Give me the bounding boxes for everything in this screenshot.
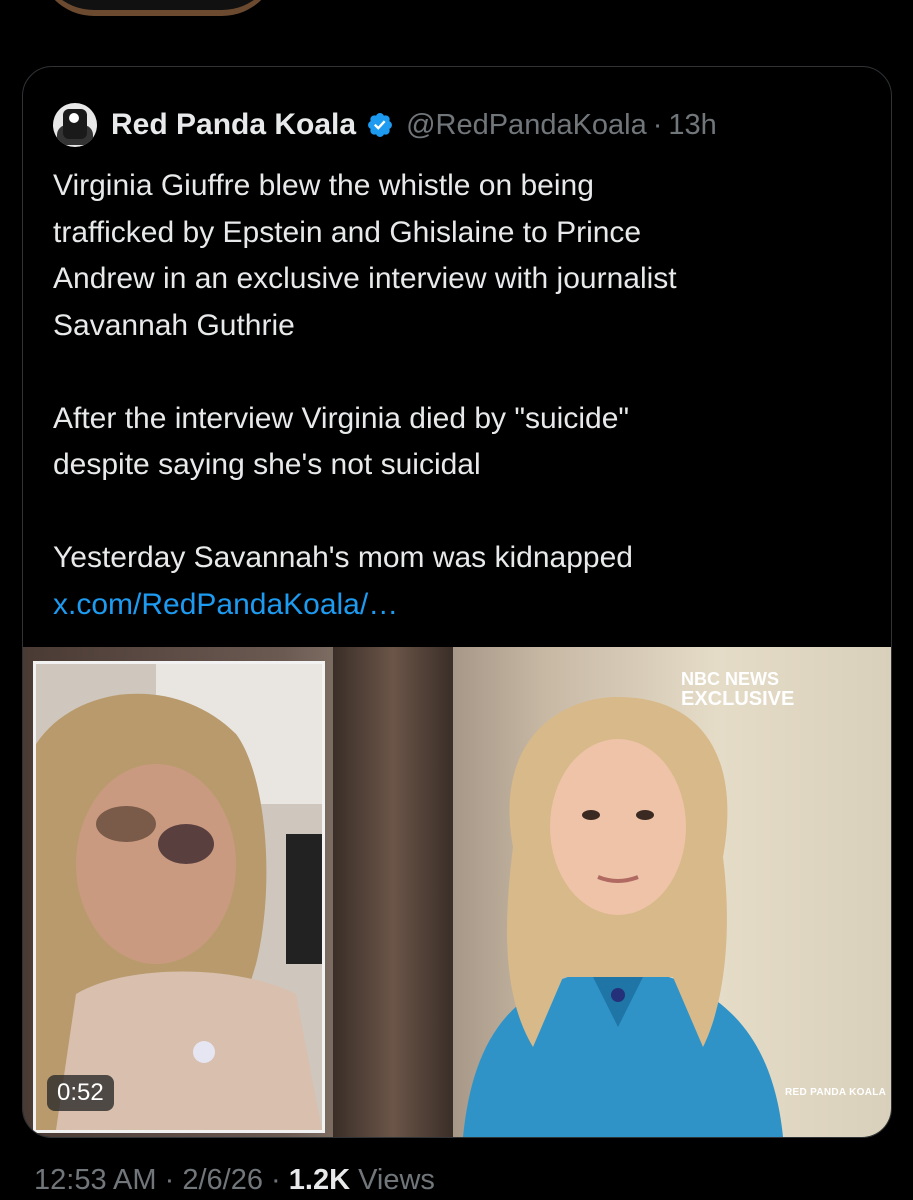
author-name[interactable]: Red Panda Koala xyxy=(111,108,356,142)
tweet-text-line: Virginia Giuffre blew the whistle on bei… xyxy=(53,169,594,202)
tweet-text-line: trafficked by Epstein and Ghislaine to P… xyxy=(53,215,642,249)
badge-line1: NBC NEWS xyxy=(681,669,779,689)
tweet-text-line: Savannah Guthrie xyxy=(53,308,295,342)
inset-photo-illustration xyxy=(36,664,322,1130)
tweet-link[interactable]: x.com/RedPandaKoala/… xyxy=(53,582,863,629)
author-handle[interactable]: @RedPandaKoala xyxy=(406,109,647,142)
views-label: Views xyxy=(358,1164,435,1196)
author-row: Red Panda Koala @RedPandaKoala · 13h xyxy=(53,103,717,147)
meta-separator: · xyxy=(271,1164,281,1196)
video-watermark: RED PANDA KOALA xyxy=(785,1087,887,1098)
post-time[interactable]: 12:53 AM xyxy=(34,1164,157,1196)
post-date[interactable]: 2/6/26 xyxy=(182,1164,263,1196)
previous-avatar-fragment xyxy=(38,0,278,16)
inset-photo xyxy=(33,661,325,1133)
video-media[interactable]: NBC NEWS EXCLUSIVE RED PANDA KOALA 0:52 xyxy=(23,647,891,1137)
avatar[interactable] xyxy=(53,103,97,147)
tweet-body: Virginia Giuffre blew the whistle on bei… xyxy=(53,163,863,628)
tweet-text-line: Yesterday Savannah's mom was kidnapped xyxy=(53,541,633,574)
separator-dot: · xyxy=(652,108,663,141)
interview-subject-figure xyxy=(463,697,783,1137)
badge-line2: EXCLUSIVE xyxy=(681,688,795,710)
meta-separator: · xyxy=(164,1164,175,1196)
verified-badge-icon xyxy=(368,113,393,137)
nbc-news-badge: NBC NEWS EXCLUSIVE xyxy=(681,669,794,709)
tweet-text-line: After the interview Virginia died by "su… xyxy=(53,401,630,435)
quoted-tweet-card[interactable]: Red Panda Koala @RedPandaKoala · 13h Vir… xyxy=(22,66,892,1138)
video-duration: 0:52 xyxy=(47,1075,114,1111)
tweet-text-line: Andrew in an exclusive interview with jo… xyxy=(53,262,677,295)
tweet-time-ago[interactable]: 13h xyxy=(668,109,716,142)
tweet-meta-row: 12:53 AM · 2/6/26 · 1.2K Views xyxy=(34,1164,435,1197)
tweet-text-line: despite saying she's not suicidal xyxy=(53,448,481,481)
views-count: 1.2K xyxy=(288,1164,351,1196)
